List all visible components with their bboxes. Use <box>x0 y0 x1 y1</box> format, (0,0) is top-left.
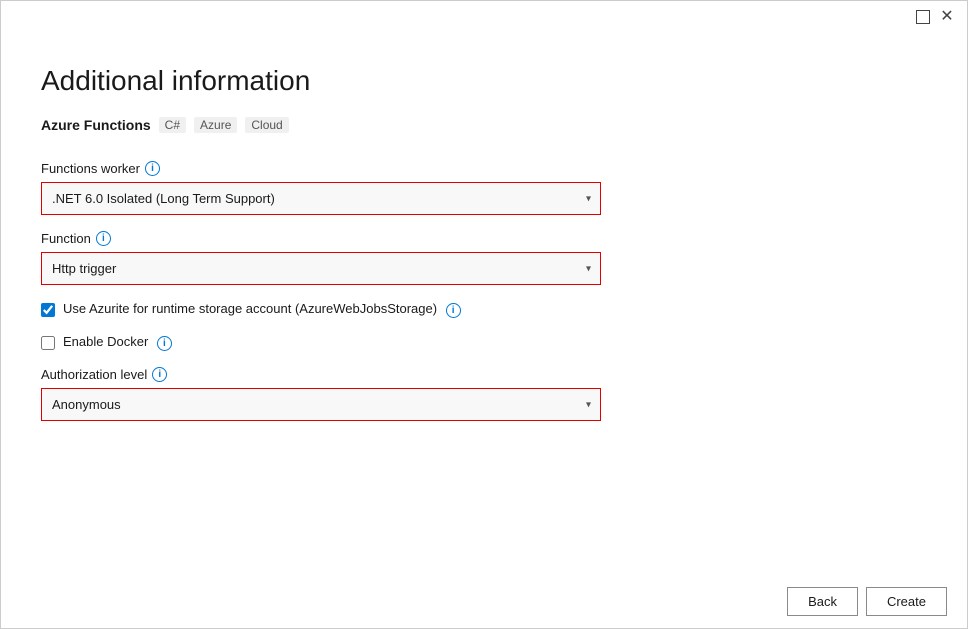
close-button[interactable]: ✕ <box>939 9 955 25</box>
form-section: Functions worker i .NET 6.0 Isolated (Lo… <box>41 161 601 421</box>
authorization-level-select[interactable]: Anonymous Function Admin <box>41 388 601 421</box>
footer: Back Create <box>1 575 967 628</box>
title-bar: ✕ <box>1 1 967 33</box>
create-button[interactable]: Create <box>866 587 947 616</box>
page-title: Additional information <box>41 65 927 97</box>
use-azurite-label: Use Azurite for runtime storage account … <box>63 301 461 318</box>
use-azurite-row: Use Azurite for runtime storage account … <box>41 301 601 318</box>
maximize-icon <box>916 10 930 24</box>
main-window: ✕ Additional information Azure Functions… <box>0 0 968 629</box>
tag-cloud: Cloud <box>245 117 288 133</box>
function-select[interactable]: Http trigger Timer trigger Queue trigger <box>41 252 601 285</box>
tag-azure: Azure <box>194 117 237 133</box>
function-info-icon[interactable]: i <box>96 231 111 246</box>
functions-worker-info-icon[interactable]: i <box>145 161 160 176</box>
enable-docker-checkbox[interactable] <box>41 336 55 350</box>
authorization-level-select-wrapper: Anonymous Function Admin ▾ <box>41 388 601 421</box>
function-group: Function i Http trigger Timer trigger Qu… <box>41 231 601 285</box>
authorization-level-label: Authorization level i <box>41 367 601 382</box>
back-button[interactable]: Back <box>787 587 858 616</box>
docker-info-icon[interactable]: i <box>157 336 172 351</box>
authorization-level-group: Authorization level i Anonymous Function… <box>41 367 601 421</box>
content-area: Additional information Azure Functions C… <box>1 33 967 575</box>
subtitle-label: Azure Functions <box>41 117 151 133</box>
tag-csharp: C# <box>159 117 186 133</box>
enable-docker-row: Enable Docker i <box>41 334 601 351</box>
functions-worker-select-wrapper: .NET 6.0 Isolated (Long Term Support) .N… <box>41 182 601 215</box>
functions-worker-select[interactable]: .NET 6.0 Isolated (Long Term Support) .N… <box>41 182 601 215</box>
use-azurite-checkbox[interactable] <box>41 303 55 317</box>
function-label: Function i <box>41 231 601 246</box>
authorization-level-info-icon[interactable]: i <box>152 367 167 382</box>
enable-docker-label: Enable Docker i <box>63 334 172 351</box>
function-select-wrapper: Http trigger Timer trigger Queue trigger… <box>41 252 601 285</box>
functions-worker-label: Functions worker i <box>41 161 601 176</box>
functions-worker-group: Functions worker i .NET 6.0 Isolated (Lo… <box>41 161 601 215</box>
subtitle-row: Azure Functions C# Azure Cloud <box>41 117 927 133</box>
close-icon: ✕ <box>940 9 953 25</box>
azurite-info-icon[interactable]: i <box>446 303 461 318</box>
maximize-button[interactable] <box>915 9 931 25</box>
